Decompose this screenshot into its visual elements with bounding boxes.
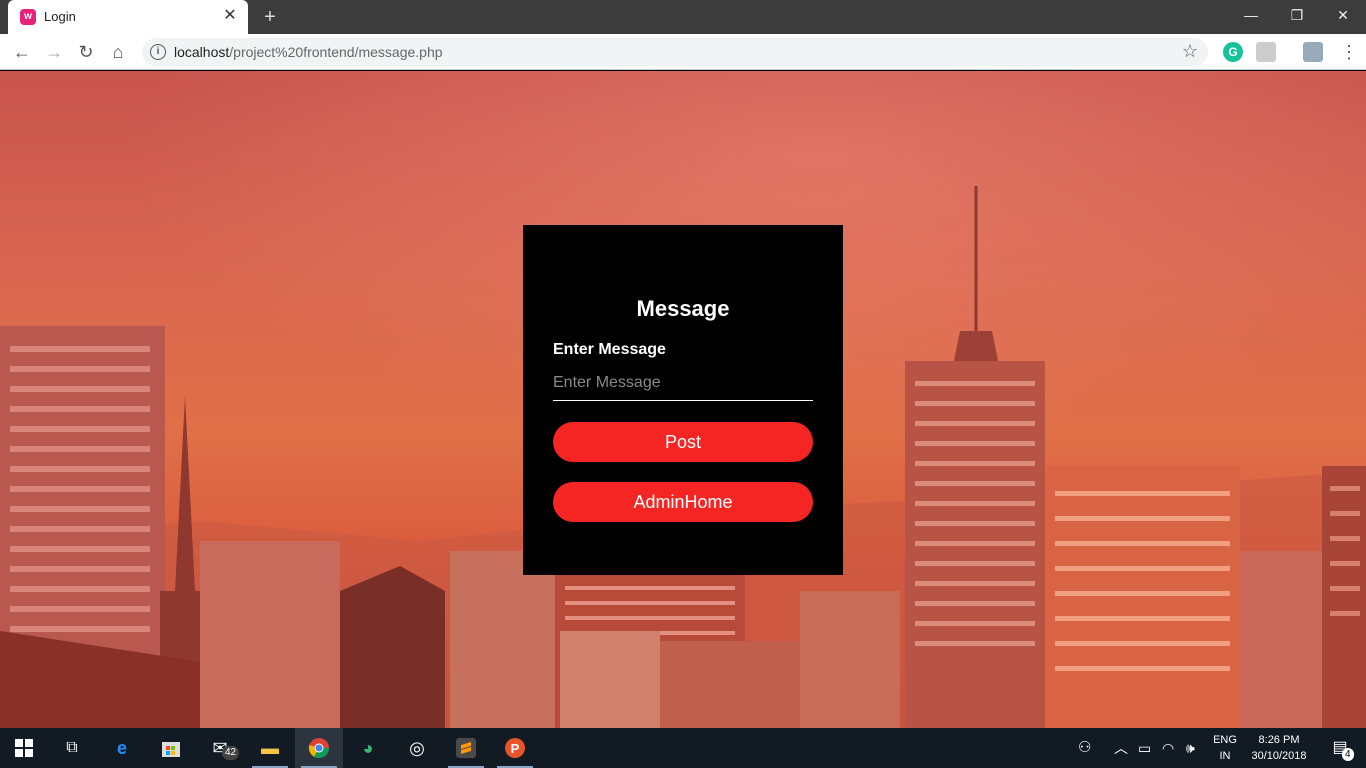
page-background: Message Enter Message Post AdminHome <box>0 71 1366 728</box>
star-icon[interactable]: ☆ <box>1182 41 1198 62</box>
new-tab-button[interactable]: + <box>258 5 282 29</box>
browser-toolbar: ← → ↻ ⌂ i localhost/project%20frontend/m… <box>0 34 1366 70</box>
people-icon[interactable]: ⚇ <box>1078 728 1091 768</box>
wamp-favicon-icon: w <box>20 9 36 25</box>
restore-button[interactable]: ❐ <box>1274 0 1320 30</box>
edge-icon[interactable]: e <box>98 728 146 768</box>
wifi-icon[interactable]: ◠ <box>1162 728 1174 768</box>
url-path: /project%20frontend/message.php <box>229 44 443 60</box>
url-host: localhost <box>174 44 230 60</box>
action-center-icon[interactable]: ▤ 4 <box>1320 728 1360 768</box>
mail-badge: 42 <box>222 746 240 760</box>
post-button[interactable]: Post <box>553 422 813 462</box>
p-app-icon[interactable]: P <box>491 728 539 768</box>
file-explorer-icon[interactable]: ▬ <box>246 728 294 768</box>
sublime-icon[interactable] <box>442 728 490 768</box>
info-icon[interactable]: i <box>150 44 166 60</box>
card-title: Message <box>636 296 730 321</box>
windows-taskbar: ⧉ e ✉ 42 ▬ ◕ ◎ P ⚇ ︿ ▭ ◠ 🕪 ENG IN 8:26 PM… <box>0 728 1366 768</box>
chevron-up-icon[interactable]: ︿ <box>1114 728 1128 768</box>
svg-text:P: P <box>511 741 520 756</box>
chrome-icon[interactable] <box>295 728 343 768</box>
pdf-icon[interactable] <box>1256 42 1276 62</box>
language-code: ENG <box>1213 734 1237 746</box>
message-label: Enter Message <box>553 341 666 358</box>
browser-tab[interactable]: w Login ✕ <box>8 0 248 34</box>
grammarly-icon[interactable]: G <box>1223 42 1243 62</box>
extension-icon[interactable] <box>1303 42 1323 62</box>
task-view-icon[interactable]: ⧉ <box>48 728 96 768</box>
minimize-button[interactable]: — <box>1228 0 1274 30</box>
url-text[interactable]: localhost/project%20frontend/message.php <box>174 44 443 60</box>
back-icon[interactable]: ← <box>8 38 36 66</box>
close-window-button[interactable]: ✕ <box>1320 0 1366 30</box>
message-card: Message Enter Message Post AdminHome <box>523 225 843 575</box>
menu-icon[interactable]: ⋮ <box>1340 40 1358 64</box>
browser-tabstrip: w Login ✕ + — ❐ ✕ <box>0 0 1366 34</box>
battery-icon[interactable]: ▭ <box>1138 728 1151 768</box>
idm-icon[interactable]: ◕ <box>344 728 392 768</box>
reload-icon[interactable]: ↻ <box>72 38 100 66</box>
clock-date: 30/10/2018 <box>1251 750 1307 762</box>
store-icon[interactable] <box>147 728 195 768</box>
steam-like-icon[interactable]: ◎ <box>393 728 441 768</box>
home-icon[interactable]: ⌂ <box>104 38 132 66</box>
tab-title: Login <box>44 9 76 24</box>
mail-icon[interactable]: ✉ 42 <box>196 728 244 768</box>
clock[interactable]: 8:26 PM 30/10/2018 <box>1248 732 1310 764</box>
message-input[interactable] <box>553 365 813 401</box>
forward-icon[interactable]: → <box>40 38 68 66</box>
language-indicator[interactable]: ENG IN <box>1212 732 1238 764</box>
notifications-badge: 4 <box>1342 748 1354 761</box>
clock-time: 8:26 PM <box>1258 734 1300 746</box>
address-bar[interactable]: i localhost/project%20frontend/message.p… <box>142 38 1208 66</box>
windows-start-icon[interactable] <box>0 728 48 768</box>
close-tab-icon[interactable]: ✕ <box>220 6 240 26</box>
language-region: IN <box>1219 750 1231 762</box>
admin-home-button[interactable]: AdminHome <box>553 482 813 522</box>
volume-icon[interactable]: 🕪 <box>1186 728 1195 768</box>
